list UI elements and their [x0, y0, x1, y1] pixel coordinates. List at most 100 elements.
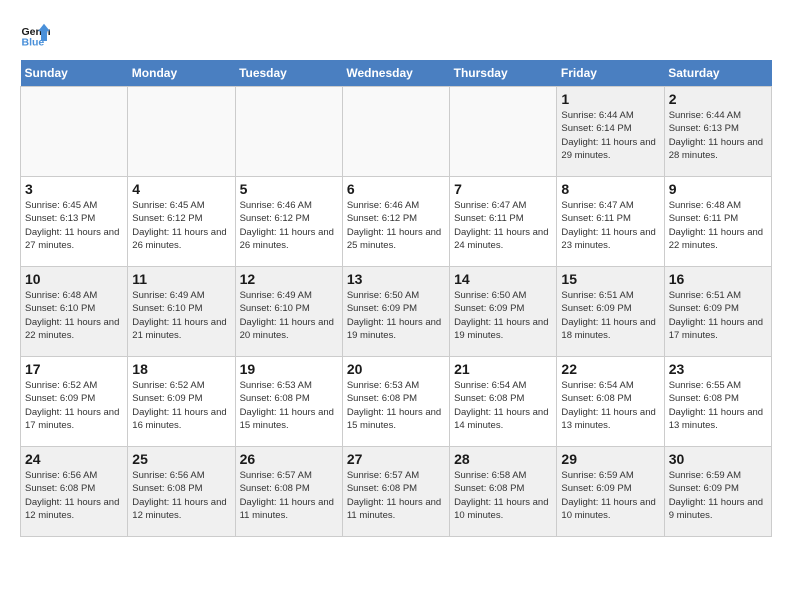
calendar-cell: 12 Sunrise: 6:49 AM Sunset: 6:10 PM Dayli… [235, 267, 342, 357]
calendar-cell: 30 Sunrise: 6:59 AM Sunset: 6:09 PM Dayli… [664, 447, 771, 537]
calendar-week-row: 1 Sunrise: 6:44 AM Sunset: 6:14 PM Daylig… [21, 87, 772, 177]
day-info: Sunrise: 6:56 AM Sunset: 6:08 PM Dayligh… [132, 469, 230, 522]
day-info: Sunrise: 6:44 AM Sunset: 6:13 PM Dayligh… [669, 109, 767, 162]
calendar-cell: 28 Sunrise: 6:58 AM Sunset: 6:08 PM Dayli… [450, 447, 557, 537]
day-number: 11 [132, 271, 230, 287]
calendar-cell: 13Sunrise: 6:50 AM Sunset: 6:09 PM Dayli… [342, 267, 449, 357]
day-info: Sunrise: 6:54 AM Sunset: 6:08 PM Dayligh… [454, 379, 552, 432]
day-number: 24 [25, 451, 123, 467]
day-number: 26 [240, 451, 338, 467]
day-info: Sunrise: 6:49 AM Sunset: 6:10 PM Dayligh… [240, 289, 338, 342]
calendar-header-row: SundayMondayTuesdayWednesdayThursdayFrid… [21, 60, 772, 87]
day-info: Sunrise: 6:48 AM Sunset: 6:10 PM Dayligh… [25, 289, 123, 342]
day-info: Sunrise: 6:55 AM Sunset: 6:08 PM Dayligh… [669, 379, 767, 432]
day-info: Sunrise: 6:45 AM Sunset: 6:12 PM Dayligh… [132, 199, 230, 252]
calendar-cell: 9 Sunrise: 6:48 AM Sunset: 6:11 PM Daylig… [664, 177, 771, 267]
day-number: 16 [669, 271, 767, 287]
day-number: 30 [669, 451, 767, 467]
calendar-week-row: 17 Sunrise: 6:52 AM Sunset: 6:09 PM Dayli… [21, 357, 772, 447]
day-info: Sunrise: 6:58 AM Sunset: 6:08 PM Dayligh… [454, 469, 552, 522]
day-info: Sunrise: 6:44 AM Sunset: 6:14 PM Dayligh… [561, 109, 659, 162]
day-info: Sunrise: 6:51 AM Sunset: 6:09 PM Dayligh… [669, 289, 767, 342]
page-header: General Blue [20, 20, 772, 50]
day-info: Sunrise: 6:54 AM Sunset: 6:08 PM Dayligh… [561, 379, 659, 432]
calendar-cell: 20Sunrise: 6:53 AM Sunset: 6:08 PM Dayli… [342, 357, 449, 447]
day-info: Sunrise: 6:45 AM Sunset: 6:13 PM Dayligh… [25, 199, 123, 252]
calendar-cell: 15 Sunrise: 6:51 AM Sunset: 6:09 PM Dayli… [557, 267, 664, 357]
day-number: 10 [25, 271, 123, 287]
day-info: Sunrise: 6:53 AM Sunset: 6:08 PM Dayligh… [240, 379, 338, 432]
calendar-week-row: 24 Sunrise: 6:56 AM Sunset: 6:08 PM Dayli… [21, 447, 772, 537]
calendar-cell [342, 87, 449, 177]
day-info: Sunrise: 6:49 AM Sunset: 6:10 PM Dayligh… [132, 289, 230, 342]
calendar-cell: 26 Sunrise: 6:57 AM Sunset: 6:08 PM Dayli… [235, 447, 342, 537]
calendar-cell: 24 Sunrise: 6:56 AM Sunset: 6:08 PM Dayli… [21, 447, 128, 537]
calendar-body: 1 Sunrise: 6:44 AM Sunset: 6:14 PM Daylig… [21, 87, 772, 537]
day-header: Monday [128, 60, 235, 87]
calendar-cell: 25Sunrise: 6:56 AM Sunset: 6:08 PM Dayli… [128, 447, 235, 537]
calendar-cell: 6 Sunrise: 6:46 AM Sunset: 6:12 PM Daylig… [342, 177, 449, 267]
calendar-cell: 27 Sunrise: 6:57 AM Sunset: 6:08 PM Dayli… [342, 447, 449, 537]
svg-text:Blue: Blue [22, 37, 45, 49]
calendar-cell: 5 Sunrise: 6:46 AM Sunset: 6:12 PM Daylig… [235, 177, 342, 267]
logo-icon: General Blue [20, 20, 50, 50]
day-number: 21 [454, 361, 552, 377]
day-info: Sunrise: 6:59 AM Sunset: 6:09 PM Dayligh… [561, 469, 659, 522]
calendar-cell: 8Sunrise: 6:47 AM Sunset: 6:11 PM Daylig… [557, 177, 664, 267]
calendar-cell: 2 Sunrise: 6:44 AM Sunset: 6:13 PM Daylig… [664, 87, 771, 177]
day-number: 6 [347, 181, 445, 197]
day-info: Sunrise: 6:56 AM Sunset: 6:08 PM Dayligh… [25, 469, 123, 522]
day-info: Sunrise: 6:52 AM Sunset: 6:09 PM Dayligh… [25, 379, 123, 432]
day-number: 19 [240, 361, 338, 377]
day-number: 17 [25, 361, 123, 377]
day-number: 8 [561, 181, 659, 197]
day-info: Sunrise: 6:48 AM Sunset: 6:11 PM Dayligh… [669, 199, 767, 252]
calendar-cell: 3Sunrise: 6:45 AM Sunset: 6:13 PM Daylig… [21, 177, 128, 267]
calendar-cell: 14Sunrise: 6:50 AM Sunset: 6:09 PM Dayli… [450, 267, 557, 357]
day-number: 23 [669, 361, 767, 377]
day-number: 28 [454, 451, 552, 467]
calendar-cell [235, 87, 342, 177]
day-number: 14 [454, 271, 552, 287]
calendar-cell: 11 Sunrise: 6:49 AM Sunset: 6:10 PM Dayli… [128, 267, 235, 357]
calendar-cell: 7Sunrise: 6:47 AM Sunset: 6:11 PM Daylig… [450, 177, 557, 267]
calendar-cell: 21 Sunrise: 6:54 AM Sunset: 6:08 PM Dayli… [450, 357, 557, 447]
calendar-cell: 17 Sunrise: 6:52 AM Sunset: 6:09 PM Dayli… [21, 357, 128, 447]
day-info: Sunrise: 6:46 AM Sunset: 6:12 PM Dayligh… [347, 199, 445, 252]
calendar-cell: 29 Sunrise: 6:59 AM Sunset: 6:09 PM Dayli… [557, 447, 664, 537]
day-info: Sunrise: 6:57 AM Sunset: 6:08 PM Dayligh… [347, 469, 445, 522]
day-number: 27 [347, 451, 445, 467]
day-number: 5 [240, 181, 338, 197]
day-number: 22 [561, 361, 659, 377]
day-header: Sunday [21, 60, 128, 87]
day-number: 15 [561, 271, 659, 287]
day-number: 2 [669, 91, 767, 107]
calendar-cell [21, 87, 128, 177]
calendar-cell: 19 Sunrise: 6:53 AM Sunset: 6:08 PM Dayli… [235, 357, 342, 447]
day-number: 18 [132, 361, 230, 377]
day-number: 20 [347, 361, 445, 377]
calendar-week-row: 10 Sunrise: 6:48 AM Sunset: 6:10 PM Dayli… [21, 267, 772, 357]
calendar-cell: 22 Sunrise: 6:54 AM Sunset: 6:08 PM Dayli… [557, 357, 664, 447]
day-info: Sunrise: 6:50 AM Sunset: 6:09 PM Dayligh… [347, 289, 445, 342]
calendar-cell: 18Sunrise: 6:52 AM Sunset: 6:09 PM Dayli… [128, 357, 235, 447]
day-info: Sunrise: 6:46 AM Sunset: 6:12 PM Dayligh… [240, 199, 338, 252]
day-info: Sunrise: 6:59 AM Sunset: 6:09 PM Dayligh… [669, 469, 767, 522]
day-number: 9 [669, 181, 767, 197]
day-header: Friday [557, 60, 664, 87]
day-header: Wednesday [342, 60, 449, 87]
day-info: Sunrise: 6:57 AM Sunset: 6:08 PM Dayligh… [240, 469, 338, 522]
calendar-cell: 16 Sunrise: 6:51 AM Sunset: 6:09 PM Dayli… [664, 267, 771, 357]
day-number: 12 [240, 271, 338, 287]
day-number: 29 [561, 451, 659, 467]
calendar-week-row: 3Sunrise: 6:45 AM Sunset: 6:13 PM Daylig… [21, 177, 772, 267]
calendar-cell: 1 Sunrise: 6:44 AM Sunset: 6:14 PM Daylig… [557, 87, 664, 177]
day-header: Saturday [664, 60, 771, 87]
calendar-cell: 23 Sunrise: 6:55 AM Sunset: 6:08 PM Dayli… [664, 357, 771, 447]
calendar-table: SundayMondayTuesdayWednesdayThursdayFrid… [20, 60, 772, 537]
day-info: Sunrise: 6:51 AM Sunset: 6:09 PM Dayligh… [561, 289, 659, 342]
calendar-cell: 4 Sunrise: 6:45 AM Sunset: 6:12 PM Daylig… [128, 177, 235, 267]
day-number: 1 [561, 91, 659, 107]
calendar-cell [450, 87, 557, 177]
day-number: 4 [132, 181, 230, 197]
